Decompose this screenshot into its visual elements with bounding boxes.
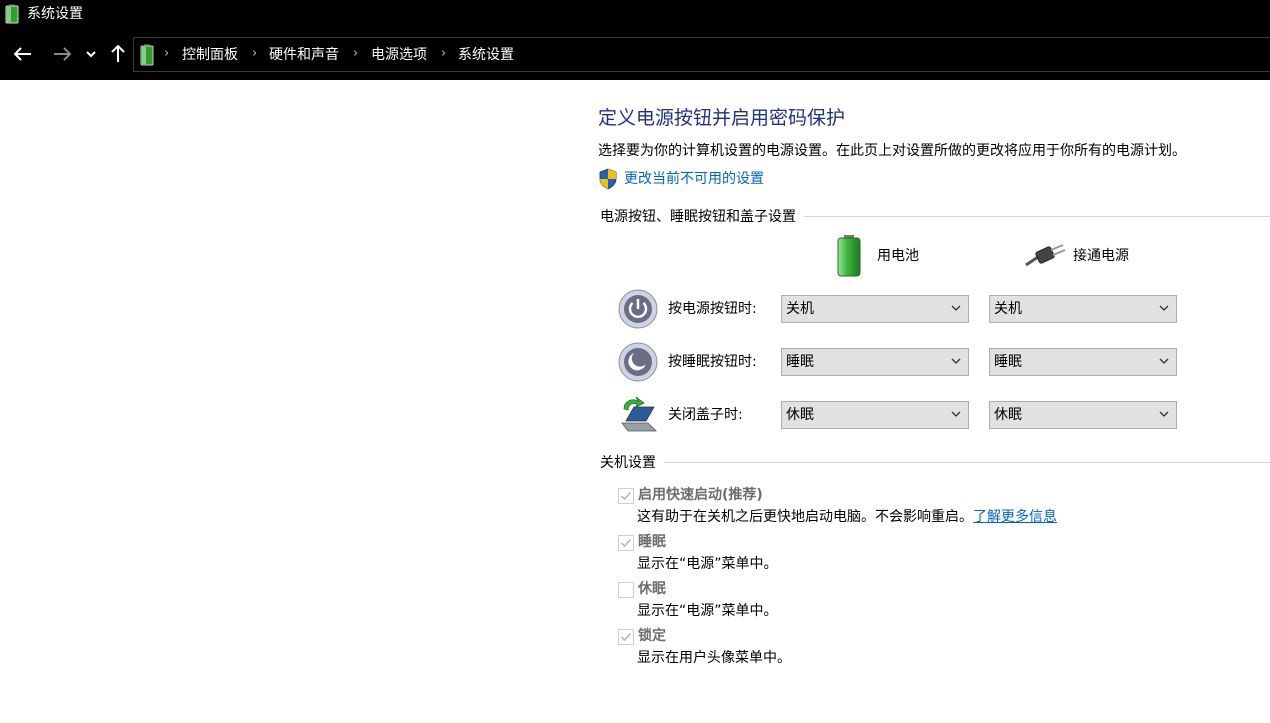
checkmark-icon xyxy=(620,538,632,548)
select-value: 睡眠 xyxy=(786,354,814,370)
power-button-plugged-select[interactable]: 关机 xyxy=(989,295,1177,323)
fast-startup-label: 启用快速启动(推荐) xyxy=(638,487,763,503)
power-plug-icon xyxy=(1025,244,1066,267)
chevron-down-icon xyxy=(1159,411,1169,417)
recent-locations-button[interactable] xyxy=(80,41,102,67)
battery-icon xyxy=(837,235,861,277)
breadcrumb-separator: › xyxy=(441,46,447,61)
forward-arrow-icon xyxy=(54,47,71,61)
lid-close-plugged-select[interactable]: 休眠 xyxy=(989,401,1177,429)
select-value: 休眠 xyxy=(994,407,1022,423)
group-divider xyxy=(600,462,1270,463)
breadcrumb-control-panel[interactable]: 控制面板 xyxy=(182,46,238,64)
up-button[interactable] xyxy=(105,41,131,67)
forward-button[interactable] xyxy=(49,41,75,67)
chevron-down-icon xyxy=(1159,358,1169,364)
up-arrow-icon xyxy=(111,45,125,62)
lock-description: 显示在用户头像菜单中。 xyxy=(637,650,791,666)
sleep-button-plugged-select[interactable]: 睡眠 xyxy=(989,348,1177,376)
title-bar: 系统设置 xyxy=(0,0,1270,29)
address-bar[interactable]: › 控制面板 › 硬件和声音 › 电源选项 › 系统设置 xyxy=(133,37,1270,72)
hibernate-checkbox[interactable] xyxy=(618,582,634,598)
sleep-button-label: 按睡眠按钮时: xyxy=(668,354,757,370)
hibernate-description: 显示在“电源”菜单中。 xyxy=(637,603,778,619)
checkmark-icon xyxy=(620,632,632,642)
sleep-checkbox[interactable] xyxy=(618,535,634,551)
back-arrow-icon xyxy=(14,47,31,61)
sleep-description: 显示在“电源”菜单中。 xyxy=(637,556,778,572)
breadcrumb-power-options[interactable]: 电源选项 xyxy=(371,46,427,64)
fast-startup-checkbox[interactable] xyxy=(618,488,634,504)
select-value: 关机 xyxy=(994,301,1022,317)
chevron-down-icon xyxy=(951,305,961,311)
battery-column-header: 用电池 xyxy=(877,248,919,264)
breadcrumb-system-settings[interactable]: 系统设置 xyxy=(458,46,514,64)
description-text: 这有助于在关机之后更快地启动电脑。不会影响重启。 xyxy=(637,509,973,525)
lid-close-label: 关闭盖子时: xyxy=(668,407,743,423)
hibernate-label: 休眠 xyxy=(638,581,666,597)
breadcrumb-hardware-sound[interactable]: 硬件和声音 xyxy=(269,46,339,64)
window-title: 系统设置 xyxy=(27,6,83,22)
lock-label: 锁定 xyxy=(638,628,666,644)
chevron-down-icon xyxy=(86,50,96,57)
fast-startup-description: 这有助于在关机之后更快地启动电脑。不会影响重启。了解更多信息 xyxy=(637,508,1057,526)
lid-close-battery-select[interactable]: 休眠 xyxy=(781,401,969,429)
uac-shield-icon xyxy=(599,168,617,190)
plugged-in-column-header: 接通电源 xyxy=(1073,248,1129,264)
breadcrumb-separator: › xyxy=(252,46,258,61)
power-buttons-group-title: 电源按钮、睡眠按钮和盖子设置 xyxy=(600,208,804,226)
sleep-label: 睡眠 xyxy=(638,534,666,550)
change-unavailable-settings-link[interactable]: 更改当前不可用的设置 xyxy=(624,170,764,188)
power-button-battery-select[interactable]: 关机 xyxy=(781,295,969,323)
select-value: 睡眠 xyxy=(994,354,1022,370)
battery-icon xyxy=(5,4,19,24)
battery-icon xyxy=(140,44,154,66)
power-button-label: 按电源按钮时: xyxy=(668,301,757,317)
chevron-down-icon xyxy=(951,358,961,364)
chevron-down-icon xyxy=(951,411,961,417)
checkmark-icon xyxy=(620,491,632,501)
select-value: 关机 xyxy=(786,301,814,317)
main-content: 定义电源按钮并启用密码保护 选择要为你的计算机设置的电源设置。在此页上对设置所做… xyxy=(0,80,1270,723)
sleep-button-icon xyxy=(618,342,658,382)
breadcrumb-separator: › xyxy=(164,46,170,61)
navigation-bar: › 控制面板 › 硬件和声音 › 电源选项 › 系统设置 xyxy=(0,29,1270,80)
breadcrumb-separator: › xyxy=(353,46,359,61)
page-title: 定义电源按钮并启用密码保护 xyxy=(598,107,846,129)
chevron-down-icon xyxy=(1159,305,1169,311)
lock-checkbox[interactable] xyxy=(618,629,634,645)
laptop-lid-icon xyxy=(621,396,657,432)
learn-more-link[interactable]: 了解更多信息 xyxy=(973,509,1057,525)
shutdown-settings-group-title: 关机设置 xyxy=(600,454,664,472)
page-description: 选择要为你的计算机设置的电源设置。在此页上对设置所做的更改将应用于你所有的电源计… xyxy=(598,143,1186,159)
back-button[interactable] xyxy=(10,41,36,67)
power-button-icon xyxy=(618,289,658,329)
sleep-button-battery-select[interactable]: 睡眠 xyxy=(781,348,969,376)
select-value: 休眠 xyxy=(786,407,814,423)
